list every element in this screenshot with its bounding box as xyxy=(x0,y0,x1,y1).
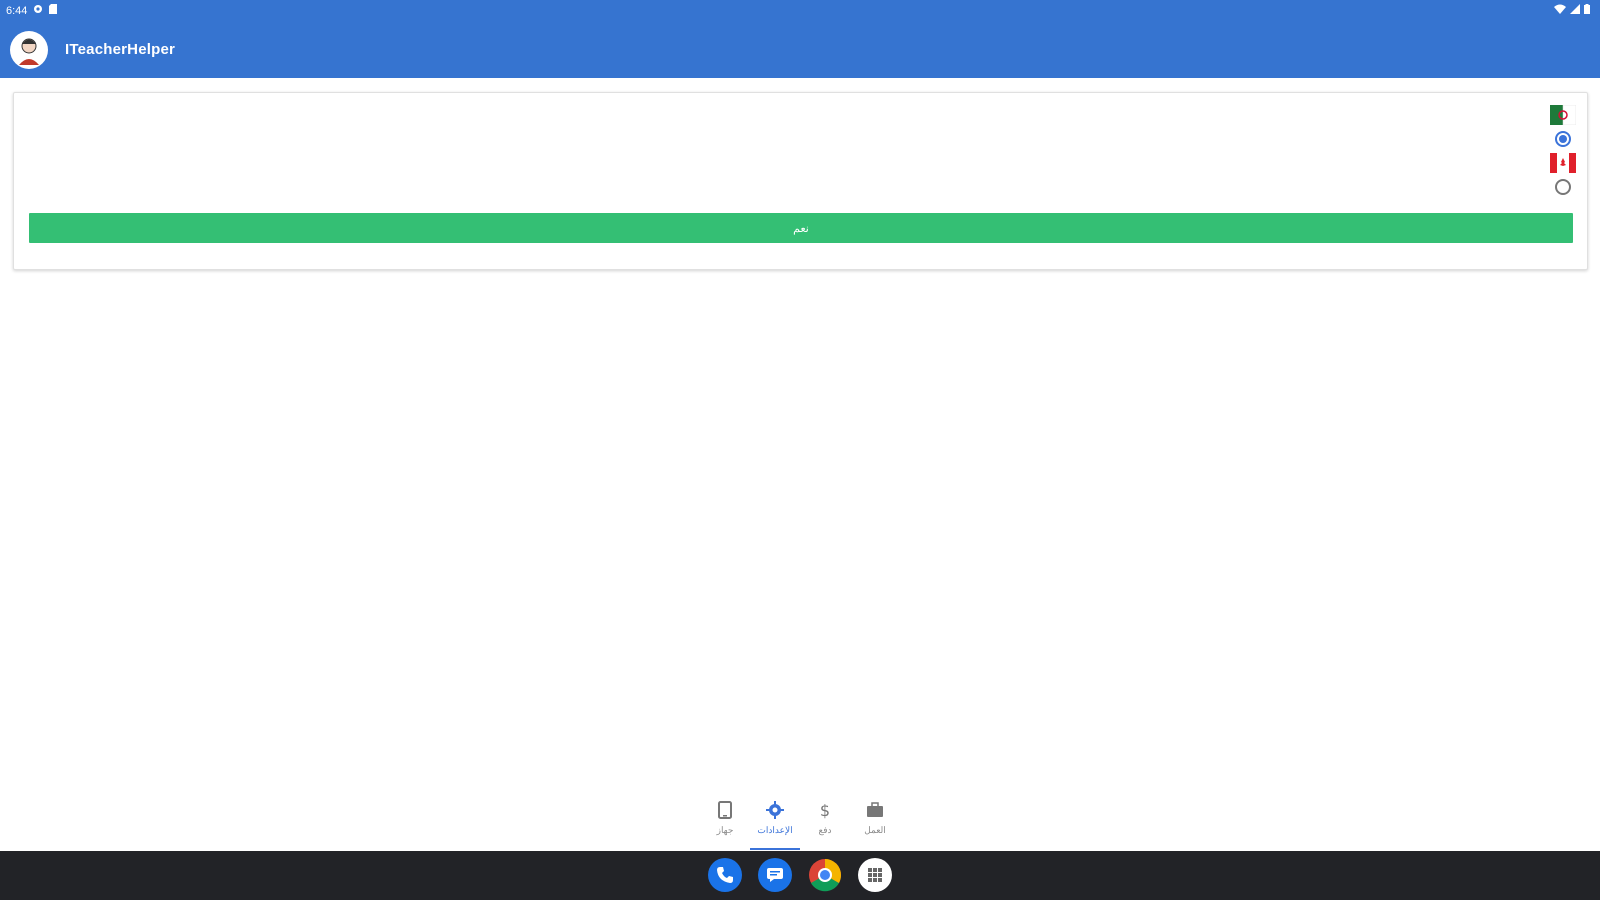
nav-label-work: العمل xyxy=(864,825,886,835)
nav-label-payment: دفع xyxy=(818,825,832,835)
nav-label-device: جهاز xyxy=(716,825,734,835)
settings-icon xyxy=(766,801,784,819)
signal-icon xyxy=(1570,4,1580,17)
dollar-icon: $ xyxy=(820,801,830,819)
language-card: نعم xyxy=(13,92,1588,270)
chrome-app-icon[interactable] xyxy=(808,858,842,892)
status-bar: 6:44 xyxy=(0,0,1600,22)
canada-flag-icon[interactable] xyxy=(1550,153,1576,173)
app-title: ITeacherHelper xyxy=(65,41,176,58)
nav-label-settings: الإعدادات xyxy=(757,825,793,835)
settings-status-icon xyxy=(33,4,43,17)
nav-item-payment[interactable]: $ دفع xyxy=(800,795,850,850)
messages-app-icon[interactable] xyxy=(758,858,792,892)
wifi-icon xyxy=(1554,4,1566,17)
system-dock xyxy=(0,851,1600,900)
confirm-button[interactable]: نعم xyxy=(29,213,1573,243)
app-grid-icon[interactable] xyxy=(858,858,892,892)
bottom-navigation: جهاز الإعدادات $ دفع العمل xyxy=(700,795,900,850)
phone-app-icon[interactable] xyxy=(708,858,742,892)
app-logo-avatar[interactable] xyxy=(10,31,48,69)
language-options xyxy=(1550,105,1576,195)
nav-item-device[interactable]: جهاز xyxy=(700,795,750,850)
svg-text:$: $ xyxy=(820,801,830,819)
battery-icon xyxy=(1584,4,1590,17)
sd-card-icon xyxy=(49,4,58,17)
app-bar: ITeacherHelper xyxy=(0,22,1600,78)
algeria-radio-button[interactable] xyxy=(1555,131,1571,147)
briefcase-icon xyxy=(867,802,883,817)
nav-item-work[interactable]: العمل xyxy=(850,795,900,850)
status-time: 6:44 xyxy=(6,4,28,17)
nav-item-settings[interactable]: الإعدادات xyxy=(750,795,800,850)
algeria-flag-icon[interactable] xyxy=(1550,105,1576,125)
phone-device-icon xyxy=(718,801,732,819)
canada-radio-button[interactable] xyxy=(1555,179,1571,195)
